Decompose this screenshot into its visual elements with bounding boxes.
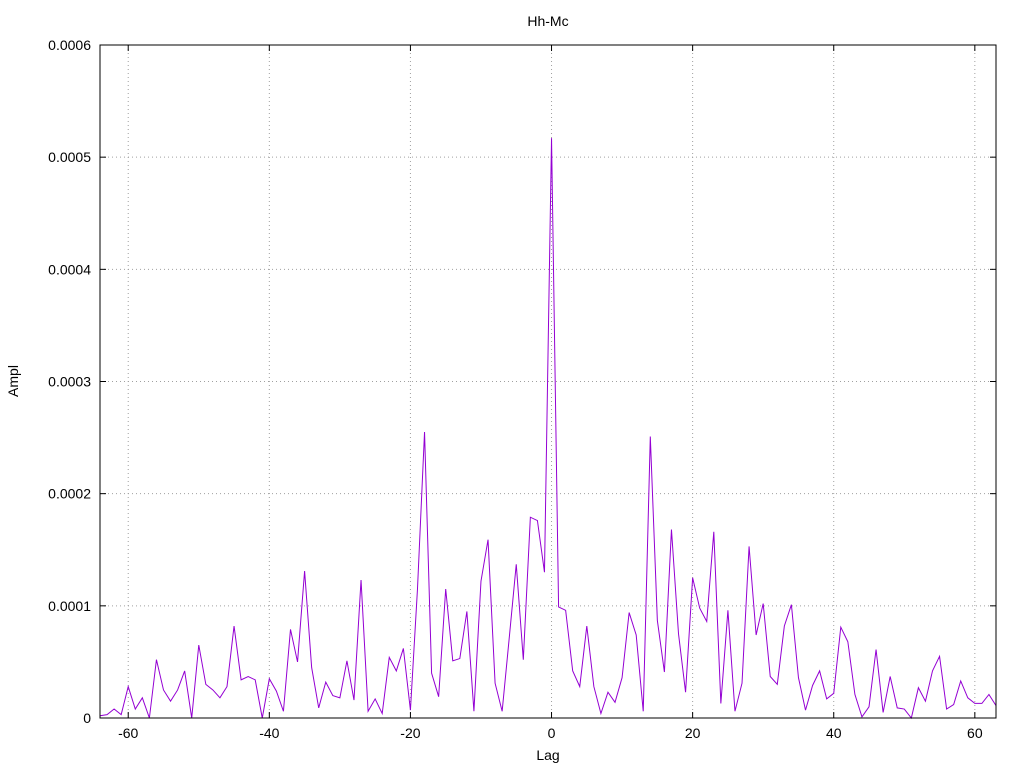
series-line: [99, 138, 997, 720]
tick-layer: -60 -40 -20 0 20 40 60 0 0.0001 0.0002 0.0003 0.000…: [48, 37, 996, 741]
chart-title: Hh-Mc: [527, 13, 568, 29]
y-tick-label: 0.0003: [48, 374, 91, 390]
series-layer: [99, 138, 997, 720]
x-tick-label: -40: [259, 725, 279, 741]
y-axis-label: Ampl: [5, 365, 21, 397]
y-tick-label: 0.0005: [48, 149, 91, 165]
x-tick-label: 20: [685, 725, 701, 741]
chart-container: -60 -40 -20 0 20 40 60 0 0.0001 0.0002 0.0003 0.000…: [0, 0, 1024, 768]
chart-svg: -60 -40 -20 0 20 40 60 0 0.0001 0.0002 0.0003 0.000…: [5, 13, 997, 763]
y-tick-label: 0.0004: [48, 261, 91, 277]
x-tick-label: 40: [826, 725, 842, 741]
y-tick-label: 0: [83, 710, 91, 726]
x-tick-label: -20: [400, 725, 420, 741]
y-tick-label: 0.0001: [48, 598, 91, 614]
y-tick-label: 0.0006: [48, 37, 91, 53]
x-tick-label: -60: [118, 725, 138, 741]
x-axis-label: Lag: [536, 747, 559, 763]
y-tick-label: 0.0002: [48, 486, 91, 502]
x-tick-label: 0: [548, 725, 556, 741]
x-tick-label: 60: [967, 725, 983, 741]
